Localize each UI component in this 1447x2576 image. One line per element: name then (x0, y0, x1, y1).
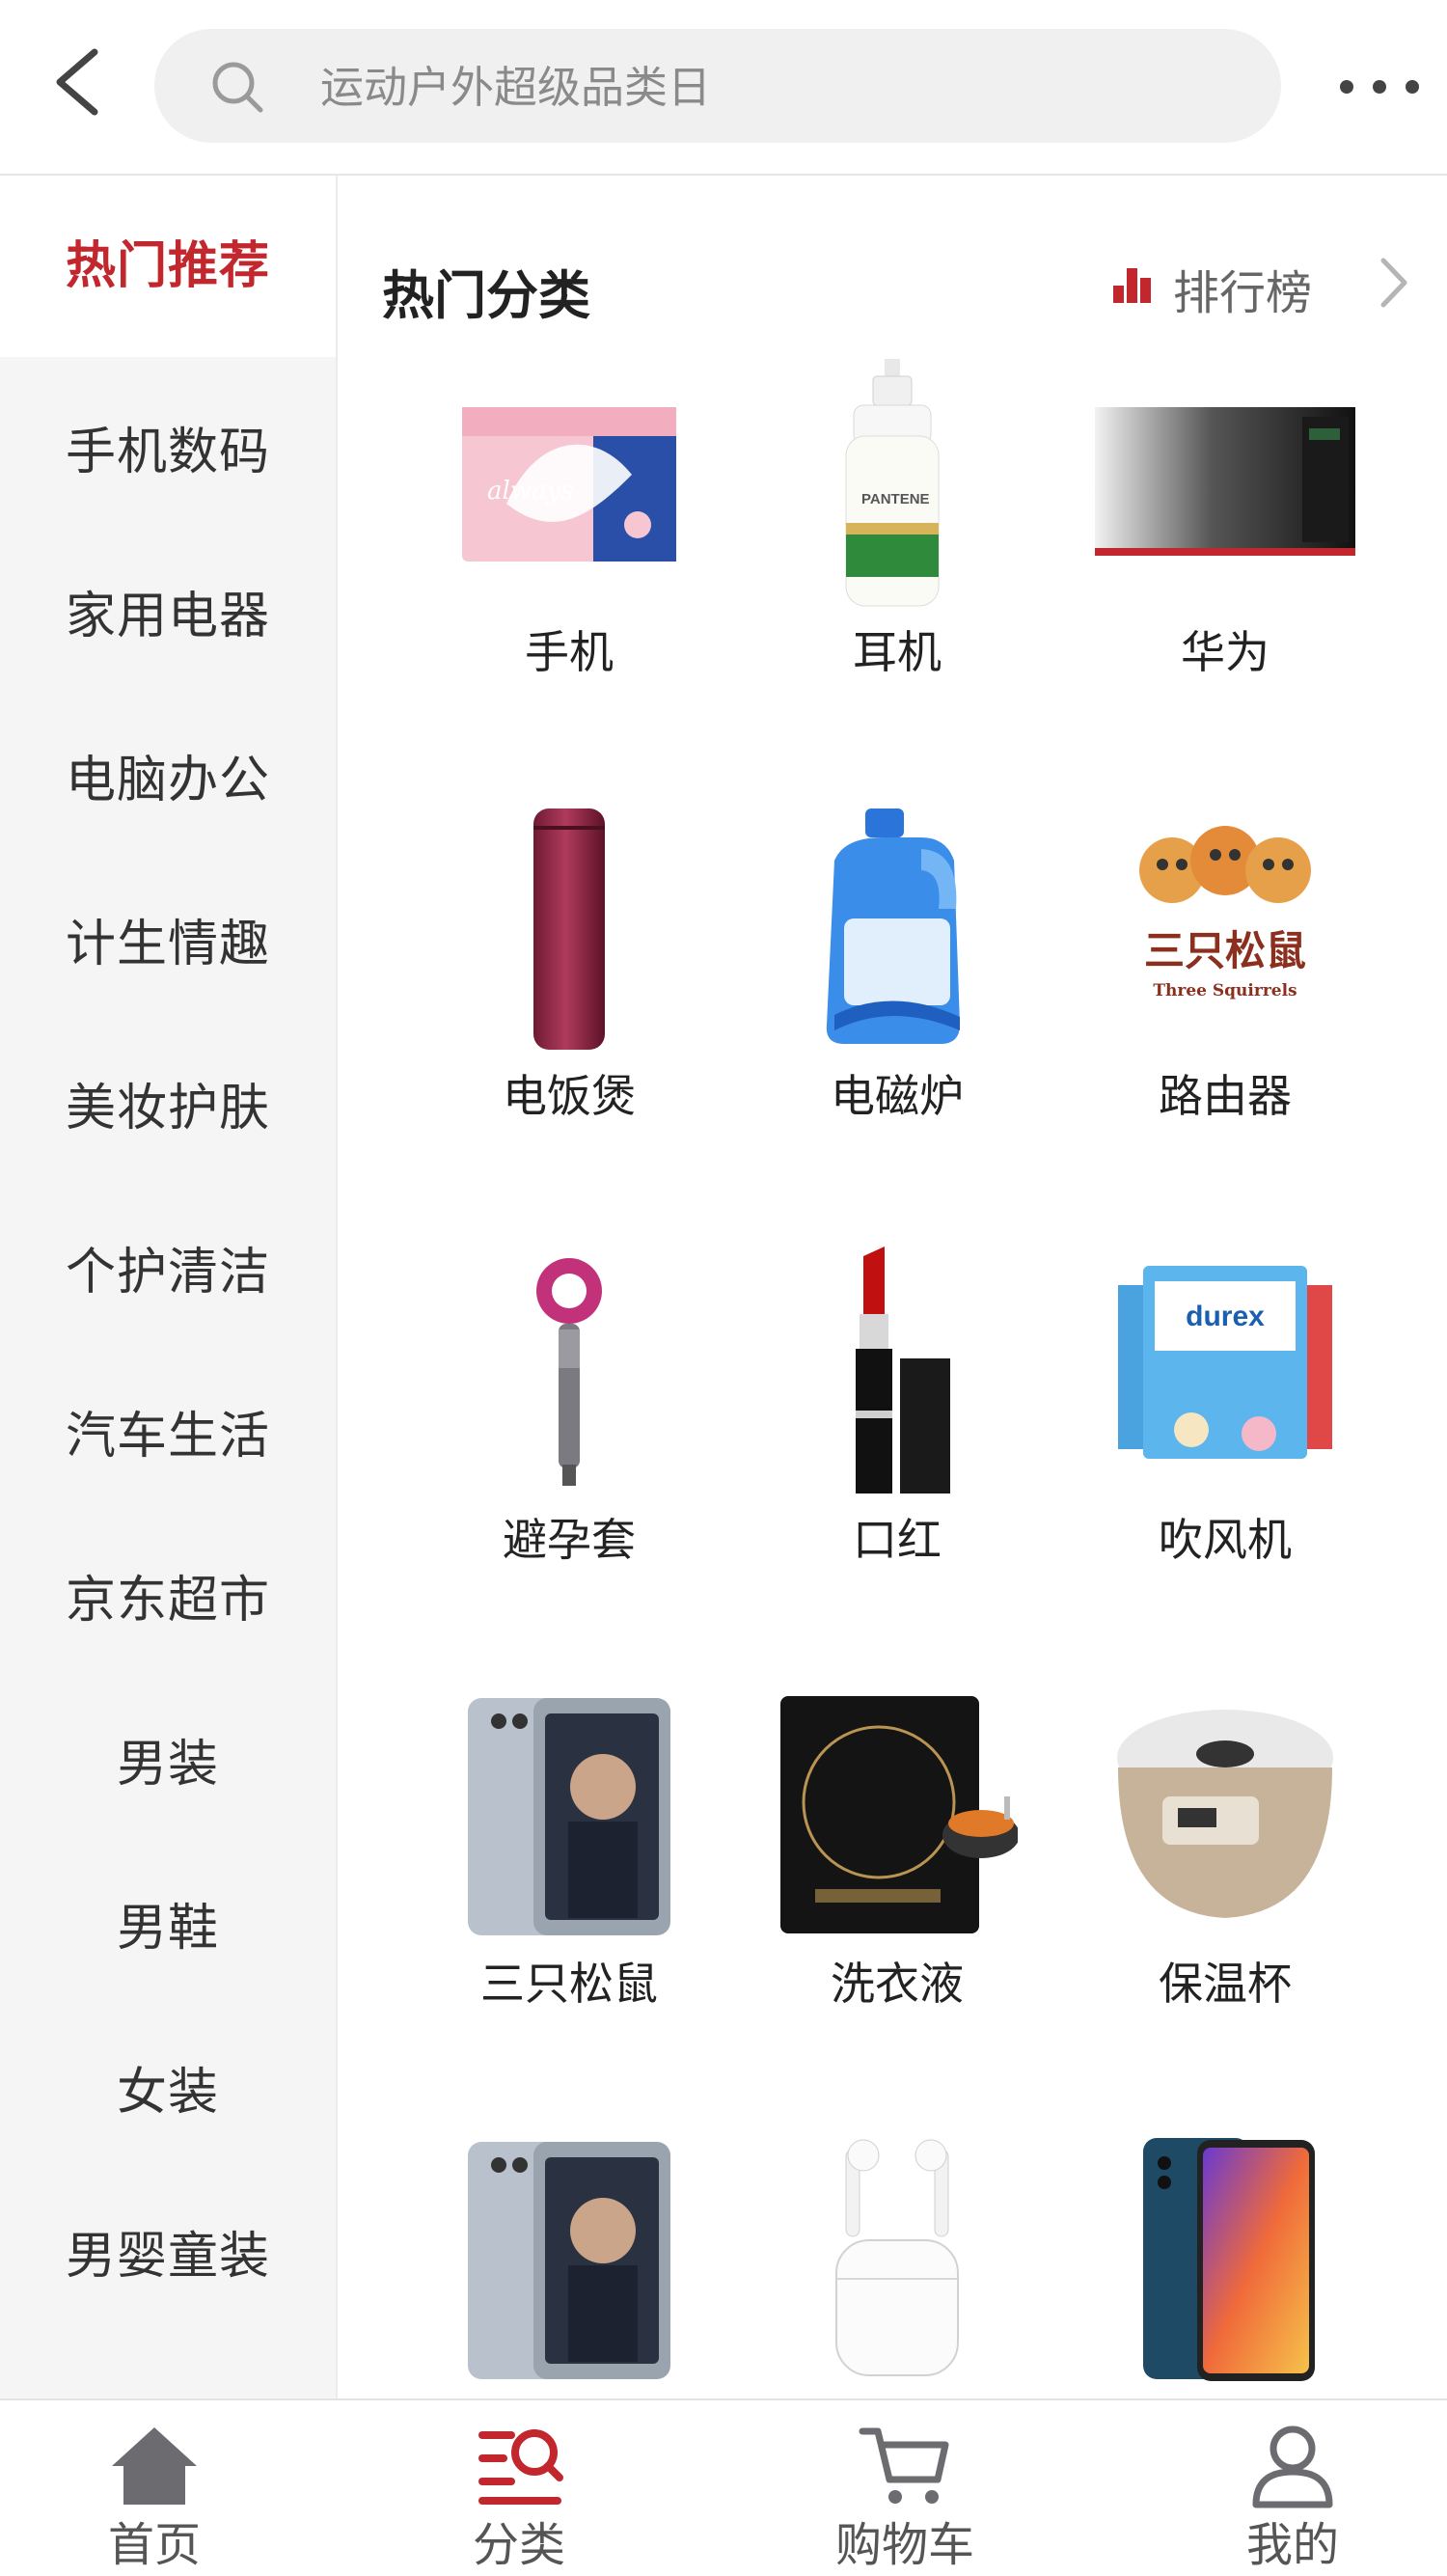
category-label: 洗衣液 (831, 1958, 964, 2010)
category-content: 热门分类 排行榜 always 手机 PANTENE 耳机 华为 电饭煲 电磁炉… (338, 176, 1447, 2400)
top-bar (0, 0, 1447, 176)
product-image (777, 1247, 1018, 1497)
category-item[interactable]: 电磁炉 (733, 764, 1061, 1208)
product-image: durex (1105, 1247, 1346, 1497)
category-label: 避孕套 (503, 1514, 636, 1566)
tab-category[interactable]: 分类 (394, 2400, 644, 2576)
user-icon (1252, 2425, 1333, 2508)
sidebar-item-computers-office[interactable]: 电脑办公 (0, 699, 336, 863)
product-image (449, 1247, 690, 1497)
product-image: 三只松鼠 Three Squirrels (1105, 803, 1346, 1054)
tab-label: 分类 (472, 2518, 565, 2572)
search-bar[interactable] (154, 29, 1281, 143)
category-item[interactable]: 口红 (733, 1208, 1061, 1652)
product-image: always (449, 359, 690, 610)
category-item[interactable]: 电饭煲 (405, 764, 733, 1208)
sidebar-item-beauty[interactable]: 美妆护肤 (0, 1027, 336, 1191)
category-item[interactable]: 洗衣液 (733, 1652, 1061, 2096)
product-image (1095, 359, 1355, 610)
ranking-link[interactable]: 排行榜 (1111, 249, 1422, 320)
more-button[interactable] (1331, 58, 1428, 116)
category-search-icon (478, 2429, 563, 2505)
product-image (449, 1690, 690, 1941)
back-button[interactable] (39, 39, 116, 125)
product-image (777, 803, 1018, 1054)
category-item[interactable]: always 手机 (405, 320, 733, 764)
category-label: 路由器 (1159, 1070, 1292, 1122)
sidebar-item-home-appliances[interactable]: 家用电器 (0, 534, 336, 699)
sidebar-item-auto[interactable]: 汽车生活 (0, 1355, 336, 1519)
category-label: 三只松鼠 (480, 1958, 658, 2010)
sidebar-item-supermarket[interactable]: 京东超市 (0, 1519, 336, 1683)
search-input[interactable] (318, 54, 1248, 120)
cart-icon (859, 2427, 949, 2504)
sidebar-item-mens-shoes[interactable]: 男鞋 (0, 1847, 336, 2011)
product-image (777, 1690, 1018, 1941)
category-label: 华为 (1181, 626, 1270, 678)
sidebar-item-menswear[interactable]: 男装 (0, 1683, 336, 1847)
sidebar-item-personal-care[interactable]: 个护清洁 (0, 1191, 336, 1355)
product-image (1105, 2134, 1346, 2385)
bottom-tab-bar: 首页 分类 购物车 我的 (0, 2398, 1447, 2576)
tab-label: 购物车 (834, 2518, 974, 2572)
category-item[interactable]: 华为 (1061, 320, 1389, 764)
tab-home[interactable]: 首页 (29, 2400, 280, 2576)
category-item[interactable] (405, 2096, 733, 2400)
tab-label: 我的 (1245, 2518, 1339, 2572)
product-image: PANTENE (777, 359, 1018, 610)
search-icon (212, 62, 263, 113)
bar-chart-icon (1113, 268, 1151, 303)
category-item[interactable] (1061, 2096, 1389, 2400)
tab-label: 首页 (107, 2518, 201, 2572)
product-image (777, 2134, 1018, 2385)
category-label: 电磁炉 (831, 1070, 964, 1122)
section-title: 热门分类 (382, 265, 590, 326)
brand-logo-text: durex (1186, 1301, 1265, 1332)
sidebar-item-womenswear[interactable]: 女装 (0, 2011, 336, 2175)
chevron-right-icon (1380, 258, 1407, 308)
brand-logo-subtext: Three Squirrels (1153, 981, 1297, 1000)
home-icon (112, 2427, 197, 2505)
category-item[interactable] (733, 2096, 1061, 2400)
category-label: 保温杯 (1159, 1958, 1292, 2010)
tab-profile[interactable]: 我的 (1167, 2400, 1418, 2576)
sidebar-item-adult[interactable]: 计生情趣 (0, 863, 336, 1027)
chevron-left-icon (56, 48, 98, 116)
category-item[interactable]: 避孕套 (405, 1208, 733, 1652)
brand-logo-text: 三只松鼠 (1144, 927, 1306, 974)
sidebar-item-phones-digital[interactable]: 手机数码 (0, 370, 336, 534)
category-item[interactable]: 三只松鼠 (405, 1652, 733, 2096)
category-label: 吹风机 (1159, 1514, 1292, 1566)
category-grid: always 手机 PANTENE 耳机 华为 电饭煲 电磁炉 三只松鼠 Thr… (405, 320, 1389, 2400)
category-item[interactable]: 保温杯 (1061, 1652, 1389, 2096)
product-image (1105, 1690, 1346, 1941)
category-label: 耳机 (853, 626, 942, 678)
product-image (449, 2134, 690, 2385)
category-item[interactable]: durex 吹风机 (1061, 1208, 1389, 1652)
sidebar-item-hot[interactable]: 热门推荐 (0, 176, 336, 357)
category-item[interactable]: 三只松鼠 Three Squirrels 路由器 (1061, 764, 1389, 1208)
more-dots-icon (1340, 80, 1419, 94)
category-label: 电饭煲 (503, 1070, 636, 1122)
category-sidebar: 热门推荐 手机数码 家用电器 电脑办公 计生情趣 美妆护肤 个护清洁 汽车生活 … (0, 176, 338, 2400)
sidebar-item-kids-wear[interactable]: 男婴童装 (0, 2175, 336, 2339)
tab-cart[interactable]: 购物车 (779, 2400, 1030, 2576)
product-image (449, 803, 690, 1054)
ranking-label: 排行榜 (1173, 266, 1313, 320)
category-item[interactable]: PANTENE 耳机 (733, 320, 1061, 764)
category-label: 口红 (853, 1514, 942, 1566)
svg-text:always: always (487, 477, 574, 506)
svg-text:PANTENE: PANTENE (861, 491, 930, 507)
category-label: 手机 (525, 626, 614, 678)
